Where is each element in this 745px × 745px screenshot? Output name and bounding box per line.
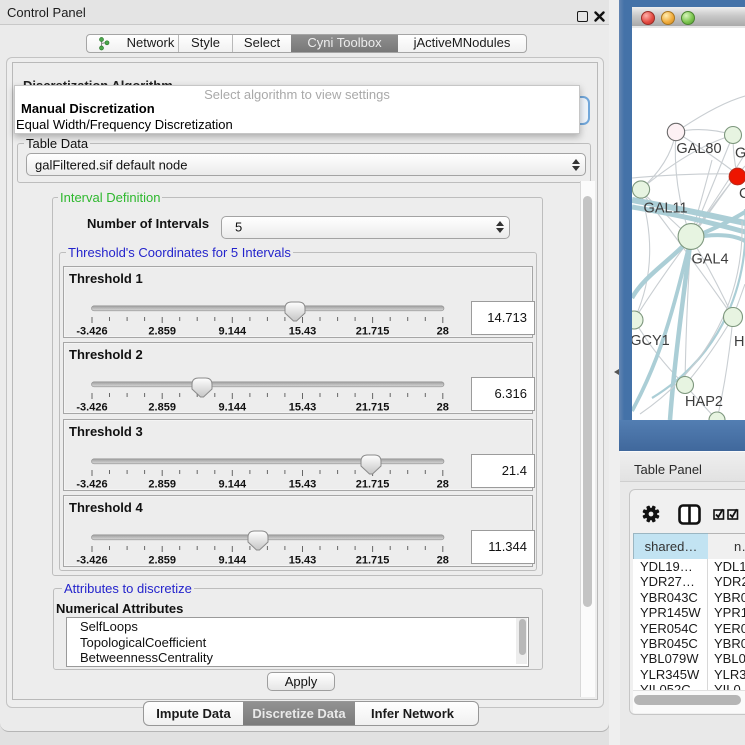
- svg-text:15.43: 15.43: [289, 555, 317, 567]
- svg-text:21.715: 21.715: [356, 478, 390, 490]
- svg-text:-3.426: -3.426: [76, 555, 107, 567]
- svg-text:2.859: 2.859: [148, 555, 176, 567]
- svg-text:H: H: [734, 334, 744, 350]
- svg-text:2.859: 2.859: [148, 478, 176, 490]
- svg-text:-3.426: -3.426: [76, 326, 107, 338]
- svg-text:2.859: 2.859: [148, 402, 176, 414]
- svg-text:GAL4: GAL4: [691, 252, 728, 268]
- svg-text:-3.426: -3.426: [76, 402, 107, 414]
- svg-text:GAL11: GAL11: [644, 201, 688, 217]
- svg-text:28: 28: [437, 555, 449, 567]
- svg-text:GAL80: GAL80: [676, 141, 721, 157]
- svg-text:9.144: 9.144: [219, 555, 247, 567]
- svg-text:21.715: 21.715: [356, 555, 390, 567]
- svg-text:15.43: 15.43: [289, 402, 317, 414]
- svg-text:9.144: 9.144: [219, 326, 247, 338]
- svg-text:9.144: 9.144: [219, 402, 247, 414]
- svg-text:15.43: 15.43: [289, 326, 317, 338]
- svg-text:9.144: 9.144: [219, 478, 247, 490]
- svg-text:28: 28: [437, 478, 449, 490]
- svg-text:GA: GA: [735, 146, 745, 162]
- svg-text:21.715: 21.715: [356, 326, 390, 338]
- svg-text:-3.426: -3.426: [76, 478, 107, 490]
- svg-text:28: 28: [437, 402, 449, 414]
- svg-text:GCY1: GCY1: [632, 333, 670, 349]
- svg-text:2.859: 2.859: [148, 326, 176, 338]
- svg-text:21.715: 21.715: [356, 402, 390, 414]
- svg-text:C: C: [739, 186, 745, 202]
- svg-text:28: 28: [437, 326, 449, 338]
- svg-text:HAP2: HAP2: [685, 394, 723, 410]
- svg-text:15.43: 15.43: [289, 478, 317, 490]
